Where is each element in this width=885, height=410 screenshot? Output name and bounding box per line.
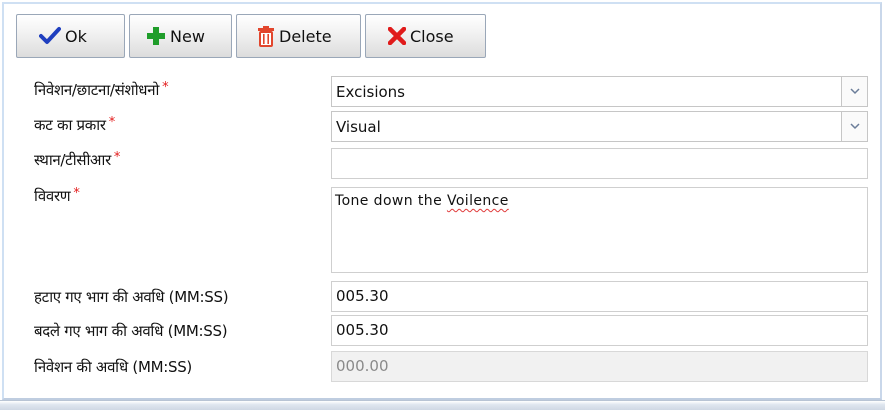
dialog-frame: Ok New Delete Close निवेशन/छाटना/संशोधनो… [2, 2, 882, 400]
inserted-duration-label: निवेशन की अवधि (MM:SS) [34, 358, 192, 376]
plus-icon [146, 26, 166, 46]
ok-label: Ok [65, 26, 87, 46]
removed-duration-input[interactable]: 005.30 [331, 281, 868, 312]
replaced-duration-input[interactable]: 005.30 [331, 315, 868, 346]
cut-type-select[interactable]: Visual [331, 111, 868, 142]
bottom-scroll-edge [0, 400, 885, 410]
close-button[interactable]: Close [365, 14, 486, 58]
inserted-duration-input: 000.00 [331, 351, 868, 382]
type-label: निवेशन/छाटना/संशोधनो * [34, 80, 169, 100]
trash-icon [257, 25, 275, 47]
delete-label: Delete [279, 26, 332, 46]
chevron-down-icon[interactable] [841, 77, 867, 106]
location-label-text: स्थान/टीसीआर [34, 151, 111, 169]
checkmark-icon [39, 26, 61, 46]
new-button[interactable]: New [129, 14, 232, 58]
x-icon [388, 27, 406, 45]
description-textarea[interactable]: Tone down the Voilence [331, 187, 868, 273]
required-mark: * [113, 150, 121, 165]
type-select[interactable]: Excisions [331, 76, 868, 107]
misspelled-word: Voilence [446, 193, 509, 209]
cut-type-label-text: कट का प्रकार [34, 116, 106, 134]
type-select-value: Excisions [336, 82, 405, 101]
chevron-down-icon[interactable] [841, 112, 867, 141]
ok-button[interactable]: Ok [16, 14, 125, 58]
close-label: Close [410, 26, 454, 46]
description-text: Tone down the [335, 193, 447, 209]
location-label: स्थान/टीसीआर * [34, 150, 120, 170]
description-label-text: विवरण [34, 187, 71, 205]
required-mark: * [73, 186, 80, 201]
cut-type-label: कट का प्रकार * [34, 115, 115, 135]
delete-button[interactable]: Delete [236, 14, 361, 58]
type-label-text: निवेशन/छाटना/संशोधनो [34, 81, 160, 99]
cut-type-select-value: Visual [336, 117, 381, 136]
removed-duration-label: हटाए गए भाग की अवधि (MM:SS) [34, 288, 229, 306]
description-label: विवरण * [34, 186, 80, 206]
required-mark: * [162, 80, 169, 95]
location-input[interactable] [331, 148, 868, 179]
new-label: New [170, 26, 205, 46]
replaced-duration-label: बदले गए भाग की अवधि (MM:SS) [34, 322, 228, 340]
toolbar: Ok New Delete Close [16, 14, 486, 58]
required-mark: * [108, 115, 116, 130]
